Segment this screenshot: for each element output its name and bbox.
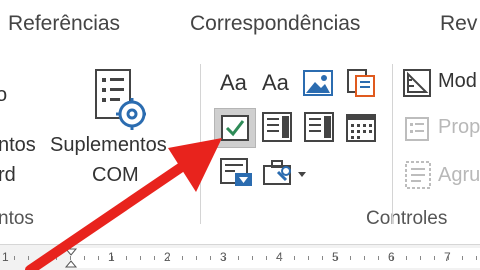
properties-button[interactable]: Prop xyxy=(400,112,480,146)
design-mode-button[interactable]: Mod xyxy=(400,66,480,100)
com-addins-label-1: Suplementos xyxy=(50,134,167,156)
ruler-tick xyxy=(266,256,267,260)
com-addins-label-2: COM xyxy=(92,164,139,186)
tab-mailings[interactable]: Correspondências xyxy=(190,12,360,36)
ruler-tick xyxy=(476,256,477,260)
group-button[interactable]: Agru xyxy=(400,158,480,192)
drop-down-list-control-icon[interactable] xyxy=(304,112,334,142)
ruler-tick xyxy=(98,256,99,260)
ruler-tick xyxy=(322,256,323,260)
ruler-tick xyxy=(14,256,15,260)
ruler-tick xyxy=(210,256,211,260)
left-cropped-top: o xyxy=(0,84,8,106)
legacy-tools-icon[interactable] xyxy=(262,158,308,188)
ruler-tick xyxy=(448,256,449,260)
checkbox-control-button[interactable] xyxy=(214,108,256,148)
ruler-page-area xyxy=(70,248,480,268)
group-icon xyxy=(405,161,431,189)
ruler-tick xyxy=(336,256,337,260)
picture-control-icon[interactable] xyxy=(303,70,333,96)
tab-references[interactable]: Referências xyxy=(8,12,120,36)
separator xyxy=(200,64,201,224)
ruler-tick xyxy=(434,256,435,260)
ruler-tick xyxy=(252,256,253,260)
properties-icon xyxy=(405,117,429,141)
tab-review[interactable]: Rev xyxy=(440,12,477,36)
left-group-label: ntos xyxy=(0,208,34,229)
ruler-tick xyxy=(112,256,113,260)
checkbox-icon xyxy=(221,115,249,141)
ruler-tick xyxy=(196,256,197,260)
ruler-tick xyxy=(238,256,239,260)
group-label: Agru xyxy=(438,164,480,186)
ruler-tick xyxy=(168,256,169,260)
ruler-tick xyxy=(406,256,407,260)
ruler-number: 1 xyxy=(2,250,9,264)
controls-group-label: Controles xyxy=(366,208,448,229)
left-cropped-label-2: rd xyxy=(0,164,16,186)
ruler-tick xyxy=(350,256,351,260)
combo-box-control-icon[interactable] xyxy=(262,112,292,142)
ruler-tick xyxy=(70,256,71,260)
ruler-tick xyxy=(224,256,225,260)
repeating-section-control-icon[interactable] xyxy=(220,158,254,188)
ruler-tick xyxy=(42,256,43,260)
left-cropped-label-1: ntos xyxy=(0,134,36,156)
ruler-tick xyxy=(154,256,155,260)
rich-text-control-button[interactable]: Aa xyxy=(220,70,247,96)
properties-label: Prop xyxy=(438,116,480,138)
ruler-tick xyxy=(462,256,463,260)
ruler-tick xyxy=(378,256,379,260)
ruler-tick xyxy=(28,256,29,260)
indent-marker-icon[interactable] xyxy=(64,247,78,269)
ruler-tick xyxy=(364,256,365,260)
ruler-tick xyxy=(308,256,309,260)
ruler-tick xyxy=(280,256,281,260)
separator-right xyxy=(392,64,393,224)
ruler-tick xyxy=(84,256,85,260)
date-picker-control-icon[interactable] xyxy=(346,112,376,142)
ruler-tick xyxy=(294,256,295,260)
ruler-tick xyxy=(140,256,141,260)
ruler-tick xyxy=(392,256,393,260)
com-addins-button[interactable]: Suplementos COM xyxy=(48,64,184,194)
ruler-tick xyxy=(420,256,421,260)
ruler-tick xyxy=(126,256,127,260)
com-addins-icon xyxy=(95,69,146,130)
ribbon-tabs: Referências Correspondências Rev xyxy=(0,0,480,54)
design-mode-icon xyxy=(403,69,431,97)
building-block-control-icon[interactable] xyxy=(346,68,376,98)
ruler-tick xyxy=(182,256,183,260)
plain-text-control-button[interactable]: Aa xyxy=(262,70,289,96)
design-mode-label: Mod xyxy=(438,70,477,92)
horizontal-ruler[interactable]: 1 1 2 3 4 5 6 7 xyxy=(0,244,480,270)
ruler-tick xyxy=(56,256,57,260)
